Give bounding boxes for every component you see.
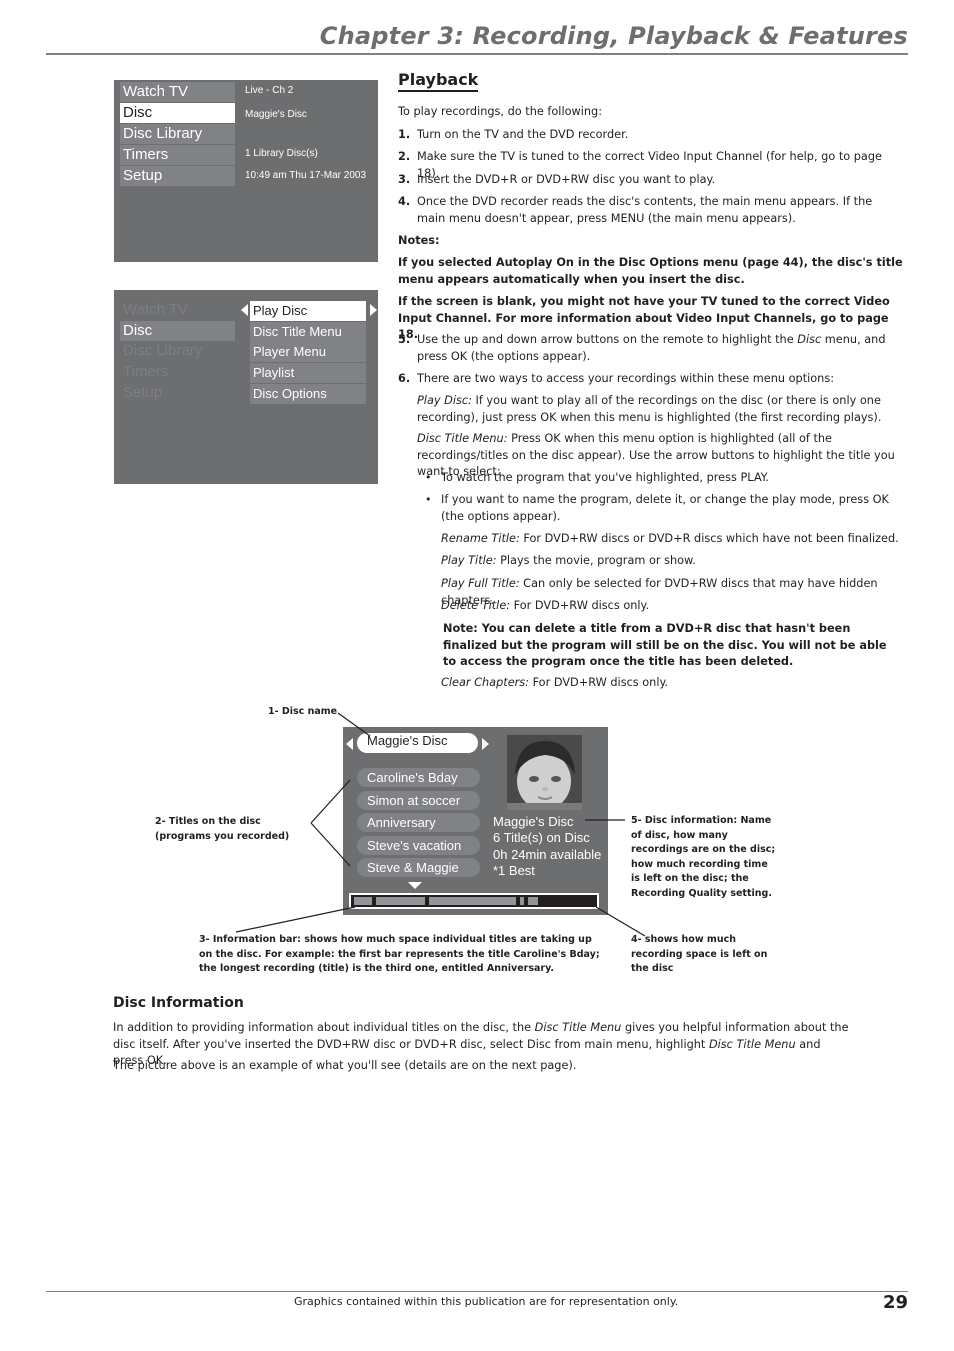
- paragraph-text: In addition to providing information abo…: [113, 1021, 535, 1034]
- disc-information-paragraph-2: The picture above is an example of what …: [113, 1059, 577, 1072]
- callout-line-4: [595, 906, 646, 937]
- callout-space-left: 4- shows how much recording space is lef…: [631, 934, 768, 974]
- disc-title-menu-emphasis: Disc Title Menu: [708, 1037, 796, 1051]
- footer-rule: [46, 1291, 908, 1292]
- callout-info-bar: 3- Information bar: shows how much space…: [199, 934, 600, 974]
- callout-disc-name: 1- Disc name: [268, 706, 338, 717]
- disc-title-menu-emphasis: Disc Title Menu: [534, 1021, 622, 1034]
- callout-titles: 2- Titles on the disc (programs you reco…: [155, 816, 290, 842]
- callout-line-2a: [310, 779, 351, 824]
- page-number: 29: [882, 1292, 908, 1313]
- callout-line-1: [337, 712, 371, 737]
- disc-information-heading: Disc Information: [113, 995, 244, 1011]
- callout-line-3: [235, 906, 356, 933]
- callout-line-2b: [310, 822, 351, 867]
- callout-disc-information: 5- Disc information: Name of disc, how m…: [631, 815, 776, 899]
- footer-disclaimer: Graphics contained within this publicati…: [294, 1295, 679, 1308]
- callout-lines: [235, 712, 646, 937]
